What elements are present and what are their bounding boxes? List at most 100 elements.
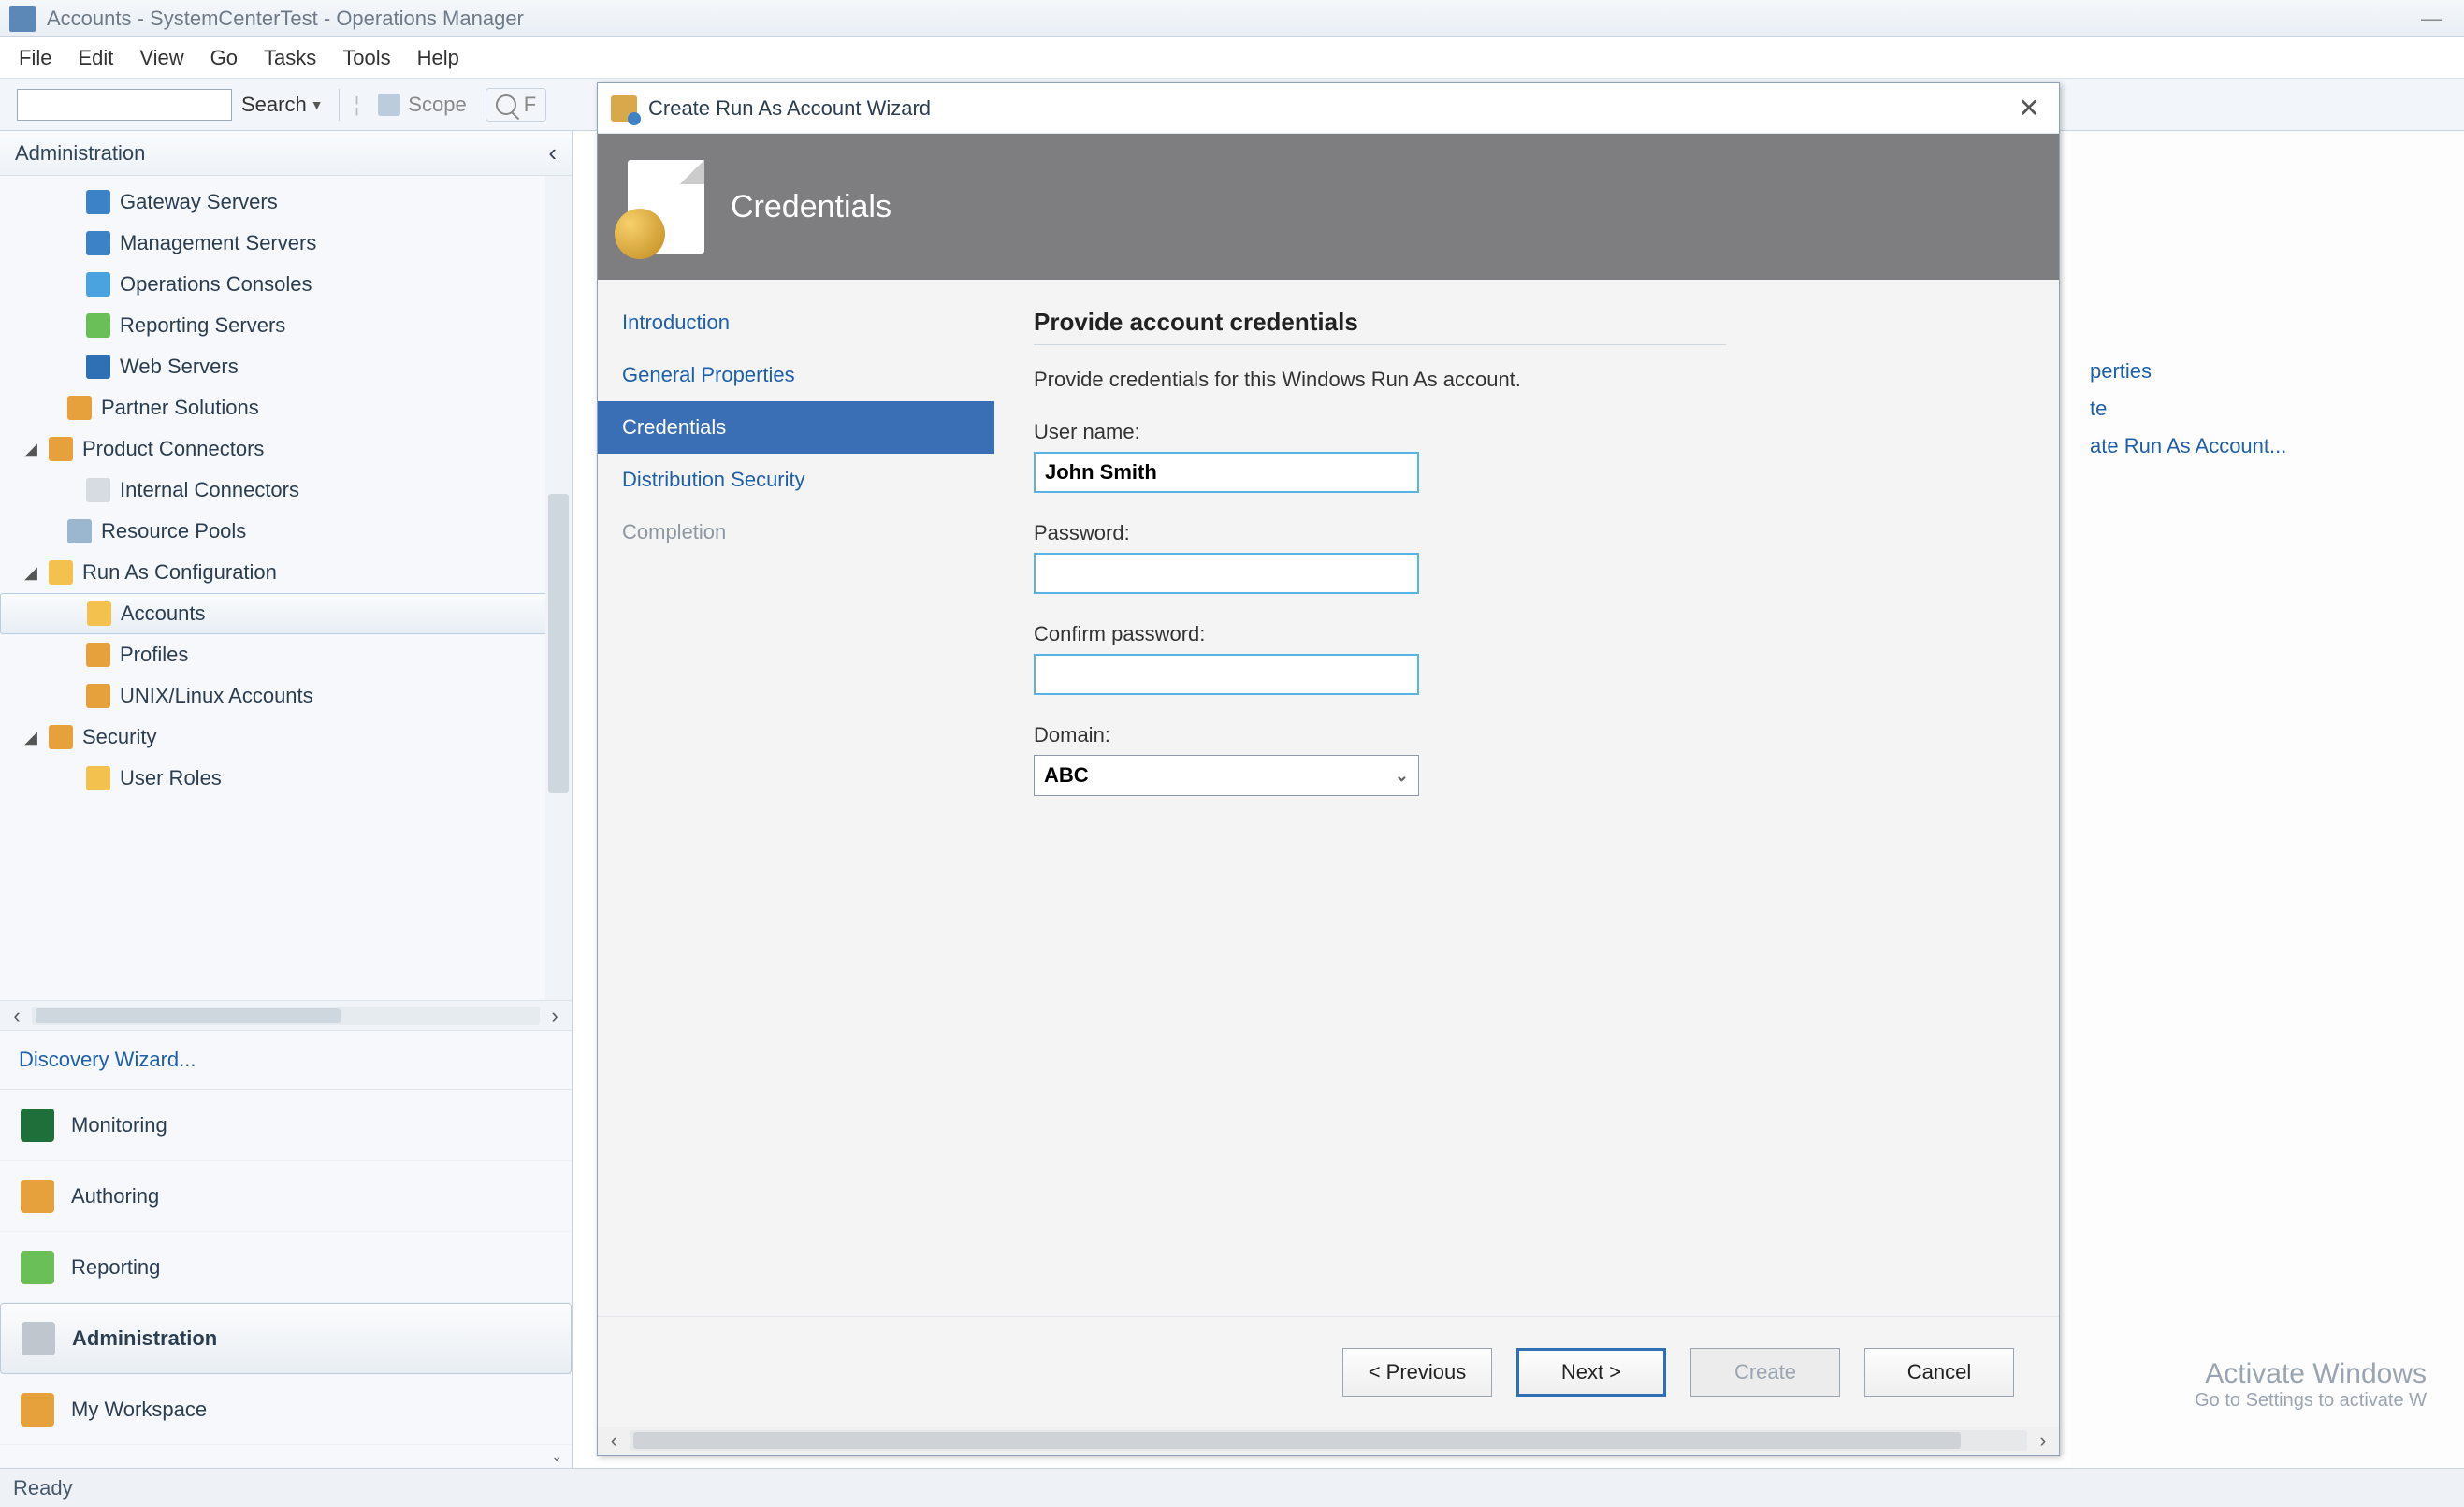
wunderbar-monitoring[interactable]: Monitoring	[0, 1090, 572, 1161]
nav-tree: Gateway Servers Management Servers Operati…	[0, 176, 572, 1000]
status-bar: Ready	[0, 1468, 2464, 1507]
domain-combobox[interactable]: ABC ⌄	[1034, 755, 1419, 796]
scroll-track[interactable]	[32, 1007, 540, 1025]
wunderbar-icon	[21, 1393, 54, 1427]
tree-item-label: UNIX/Linux Accounts	[120, 684, 313, 708]
username-label: User name:	[1034, 420, 2020, 444]
scroll-right-icon[interactable]: ›	[2031, 1428, 2055, 1453]
activate-windows-watermark: Activate Windows Go to Settings to activ…	[2195, 1358, 2427, 1412]
dialog-body: IntroductionGeneral PropertiesCredential…	[598, 280, 2059, 1316]
nav-header-title: Administration	[15, 141, 145, 166]
tree-item-reporting-servers[interactable]: Reporting Servers	[0, 305, 572, 346]
menu-go[interactable]: Go	[210, 46, 238, 70]
toolbar-search-input[interactable]	[17, 89, 232, 121]
scroll-right-icon[interactable]: ›	[544, 1005, 566, 1027]
toolbar-hidden-btn[interactable]: ¦	[355, 93, 360, 117]
scrollbar-thumb[interactable]	[548, 494, 569, 793]
toolbar-search-dropdown[interactable]: Search ▼	[241, 93, 324, 117]
wunderbar-label: Authoring	[71, 1184, 159, 1209]
tree-item-profiles[interactable]: Profiles	[0, 634, 572, 675]
scope-button[interactable]: Scope	[369, 89, 475, 121]
tree-item-security[interactable]: ◢ Security	[0, 717, 572, 758]
dialog-horizontal-scrollbar[interactable]: ‹ ›	[598, 1427, 2059, 1455]
window-title: Accounts - SystemCenterTest - Operations…	[47, 7, 524, 31]
scroll-track[interactable]	[630, 1430, 2027, 1451]
tree-item-label: Security	[82, 725, 156, 749]
tree-item-accounts[interactable]: Accounts	[0, 593, 572, 634]
tree-item-product-connectors[interactable]: ◢ Product Connectors	[0, 428, 572, 470]
scroll-left-icon[interactable]: ‹	[6, 1005, 28, 1027]
menu-file[interactable]: File	[19, 46, 51, 70]
tree-item-user-roles[interactable]: User Roles	[0, 758, 572, 799]
wizard-step-distribution-security[interactable]: Distribution Security	[598, 454, 994, 506]
discovery-wizard-link[interactable]: Discovery Wizard...	[0, 1030, 572, 1090]
nav-collapse-icon[interactable]: ‹	[548, 138, 557, 167]
tree-item-icon	[86, 643, 110, 667]
action-link-create-runas[interactable]: ate Run As Account...	[2090, 434, 2464, 458]
scroll-left-icon[interactable]: ‹	[602, 1428, 626, 1453]
tree-item-web-servers[interactable]: Web Servers	[0, 346, 572, 387]
tree-item-label: Internal Connectors	[120, 478, 299, 502]
tree-item-icon	[86, 272, 110, 297]
tree-item-resource-pools[interactable]: Resource Pools	[0, 511, 572, 552]
menu-help[interactable]: Help	[417, 46, 459, 70]
toolbar-search-label: Search	[241, 93, 307, 117]
cancel-button[interactable]: Cancel	[1864, 1348, 2014, 1397]
dialog-close-button[interactable]: ✕	[2012, 92, 2046, 125]
tree-item-label: Product Connectors	[82, 437, 264, 461]
wunderbar: Monitoring Authoring ReportingAdministrati…	[0, 1090, 572, 1445]
confirm-password-input[interactable]	[1034, 654, 1419, 695]
status-text: Ready	[13, 1476, 73, 1500]
tree-vertical-scrollbar[interactable]	[545, 176, 572, 1000]
menu-tasks[interactable]: Tasks	[264, 46, 316, 70]
form-heading: Provide account credentials	[1034, 308, 2020, 337]
tree-item-label: Partner Solutions	[101, 396, 259, 420]
wizard-step-general-properties[interactable]: General Properties	[598, 349, 994, 401]
wunderbar-reporting[interactable]: Reporting	[0, 1232, 572, 1303]
find-button[interactable]: F	[486, 88, 546, 122]
chevron-down-icon: ⌄	[551, 1449, 562, 1465]
minimize-button[interactable]: —	[2408, 5, 2455, 33]
tree-item-label: Run As Configuration	[82, 560, 277, 585]
wizard-step-credentials[interactable]: Credentials	[598, 401, 994, 454]
tree-item-operations-consoles[interactable]: Operations Consoles	[0, 264, 572, 305]
watermark-line2: Go to Settings to activate W	[2195, 1390, 2427, 1412]
tree-item-icon	[86, 355, 110, 379]
form-divider	[1034, 344, 1726, 345]
tree-item-label: Management Servers	[120, 231, 316, 255]
expander-icon[interactable]: ◢	[22, 440, 39, 459]
expander-icon[interactable]: ◢	[22, 728, 39, 747]
chevron-down-icon: ⌄	[1395, 766, 1409, 786]
action-link-properties[interactable]: perties	[2090, 359, 2464, 384]
tree-item-run-as-configuration[interactable]: ◢ Run As Configuration	[0, 552, 572, 593]
app-icon	[9, 6, 36, 32]
tree-item-gateway-servers[interactable]: Gateway Servers	[0, 181, 572, 223]
password-input[interactable]	[1034, 553, 1419, 594]
tree-item-unix-linux-accounts[interactable]: UNIX/Linux Accounts	[0, 675, 572, 717]
expander-icon[interactable]: ◢	[22, 563, 39, 583]
domain-value: ABC	[1044, 763, 1089, 788]
scroll-thumb[interactable]	[36, 1008, 341, 1023]
tree-item-partner-solutions[interactable]: Partner Solutions	[0, 387, 572, 428]
wunderbar-administration[interactable]: Administration	[0, 1303, 572, 1374]
domain-label: Domain:	[1034, 723, 2020, 747]
scroll-thumb[interactable]	[633, 1432, 1961, 1449]
tree-horizontal-scrollbar[interactable]: ‹ ›	[0, 1000, 572, 1030]
tree-item-internal-connectors[interactable]: Internal Connectors	[0, 470, 572, 511]
action-link-delete[interactable]: te	[2090, 397, 2464, 421]
nav-header: Administration ‹	[0, 131, 572, 176]
wizard-step-introduction[interactable]: Introduction	[598, 297, 994, 349]
tree-item-label: Gateway Servers	[120, 190, 278, 214]
wunderbar-my-workspace[interactable]: My Workspace	[0, 1374, 572, 1445]
menu-view[interactable]: View	[139, 46, 183, 70]
wizard-step-completion: Completion	[598, 506, 994, 558]
wunderbar-options[interactable]: ⌄	[0, 1445, 572, 1468]
wunderbar-authoring[interactable]: Authoring	[0, 1161, 572, 1232]
next-button[interactable]: Next >	[1516, 1348, 1666, 1397]
username-input[interactable]	[1034, 452, 1419, 493]
navigation-pane: Administration ‹ Gateway Servers Manageme…	[0, 131, 573, 1468]
menu-tools[interactable]: Tools	[342, 46, 390, 70]
menu-edit[interactable]: Edit	[78, 46, 113, 70]
tree-item-management-servers[interactable]: Management Servers	[0, 223, 572, 264]
previous-button[interactable]: < Previous	[1342, 1348, 1492, 1397]
